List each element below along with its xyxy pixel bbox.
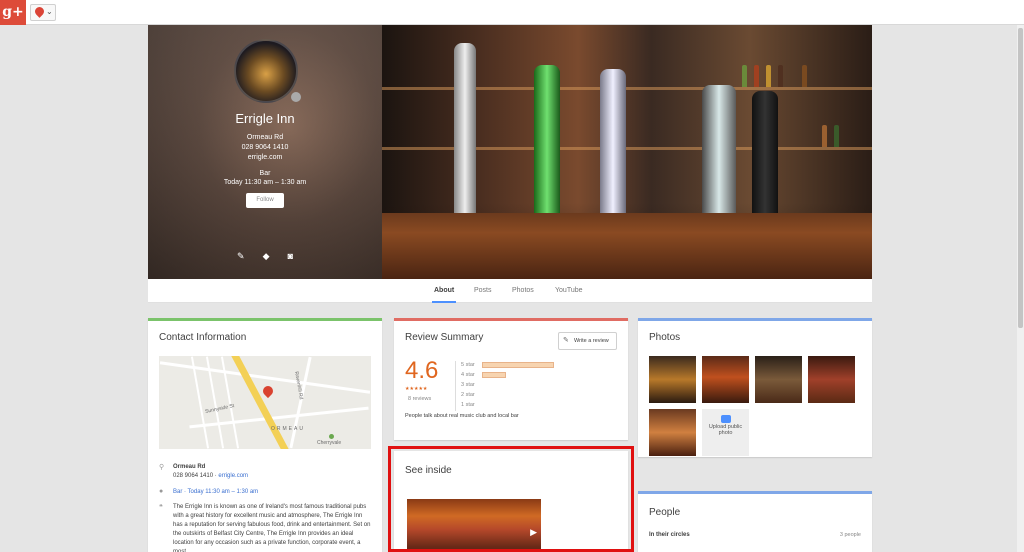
- contact-card: Contact Information ORMEAU Cherryvale Ra…: [148, 318, 382, 552]
- histogram-label: 5 star: [461, 362, 475, 368]
- photo-thumbnail[interactable]: [808, 356, 855, 403]
- location-marker-icon[interactable]: [260, 383, 276, 399]
- camera-icon: [720, 415, 731, 423]
- beer-tap: [454, 43, 476, 238]
- tab-about[interactable]: About: [434, 287, 454, 294]
- map-road: [289, 356, 312, 449]
- histogram-row: 4 star: [455, 371, 555, 381]
- upload-photo-button[interactable]: Upload public photo: [702, 409, 749, 456]
- page-switcher-icon: [33, 5, 46, 18]
- histogram-row: 2 star: [455, 391, 555, 401]
- rating-histogram: 5 star 4 star 3 star 2 star 1 star: [455, 361, 555, 411]
- in-circles-label: In their circles: [649, 532, 690, 538]
- pencil-icon[interactable]: ✎: [237, 251, 245, 262]
- follow-button[interactable]: Follow: [246, 193, 284, 208]
- page-switcher-button[interactable]: ⌄: [30, 4, 56, 21]
- histogram-bar: [482, 362, 554, 368]
- people-card: People In their circles 3 people: [638, 491, 872, 552]
- beer-tap: [534, 65, 560, 235]
- upload-photo-label: Upload public photo: [708, 424, 743, 436]
- chevron-down-icon: ⌄: [46, 7, 53, 16]
- phone-text: 028 9064 1410 ·: [173, 473, 219, 479]
- review-count[interactable]: 8 reviews: [408, 396, 431, 402]
- histogram-label: 4 star: [461, 372, 475, 378]
- histogram-row: 1 star: [455, 401, 555, 411]
- website-link[interactable]: errigle.com: [148, 153, 382, 162]
- tab-photos[interactable]: Photos: [512, 287, 534, 294]
- card-title: Photos: [649, 332, 681, 343]
- main-road: [230, 356, 291, 449]
- camera-icon[interactable]: ◙: [288, 251, 293, 262]
- bottle: [766, 65, 771, 87]
- write-review-button[interactable]: ✎ Write a review: [558, 332, 617, 350]
- bottle: [822, 125, 827, 147]
- review-summary-card: Review Summary ✎ Write a review 4.6 ★★★★…: [394, 318, 628, 440]
- active-tab-indicator: [432, 301, 456, 303]
- phone-line: 028 9064 1410: [241, 144, 289, 151]
- star-rating: ★★★★★: [405, 386, 428, 392]
- pencil-icon: ✎: [563, 337, 569, 344]
- verified-badge-icon: [291, 92, 301, 102]
- bottle: [778, 65, 783, 87]
- map-label: Cherryvale: [317, 440, 342, 446]
- bottle: [754, 65, 759, 87]
- quote-icon: ❝: [159, 504, 163, 511]
- review-summary-text: People talk about real music club and lo…: [405, 413, 519, 419]
- highlight-box: [388, 446, 634, 552]
- map-label: ORMEAU: [271, 426, 305, 432]
- address-title: Ormeau Rd: [173, 464, 206, 470]
- card-title: Contact Information: [159, 332, 247, 343]
- photo-thumbnail[interactable]: [755, 356, 802, 403]
- histogram-label: 2 star: [461, 392, 475, 398]
- profile-panel: Errigle Inn Ormeau Rd 028 9064 1410 erri…: [148, 25, 382, 279]
- histogram-label: 3 star: [461, 382, 475, 388]
- map[interactable]: ORMEAU Cherryvale Ravenhill Rd Sunnyside…: [159, 356, 371, 449]
- tab-youtube[interactable]: YouTube: [555, 287, 583, 294]
- histogram-label: 1 star: [461, 402, 475, 408]
- hours-text[interactable]: Bar · Today 11:30 am – 1:30 am: [173, 488, 373, 497]
- scrollbar-thumb[interactable]: [1018, 28, 1023, 328]
- circles-count[interactable]: 3 people: [840, 532, 861, 538]
- location-pin-icon: ⚲: [159, 464, 165, 471]
- category-line: Bar: [259, 170, 271, 177]
- histogram-row: 5 star: [455, 361, 555, 371]
- address-line: Ormeau Rd: [246, 134, 284, 141]
- histogram-bar: [482, 372, 506, 378]
- write-review-label: Write a review: [574, 338, 609, 344]
- business-name: Errigle Inn: [235, 111, 295, 126]
- website-link[interactable]: errigle.com: [218, 473, 248, 479]
- bottle: [834, 125, 839, 147]
- google-plus-logo[interactable]: g+: [0, 0, 26, 25]
- bottle: [802, 65, 807, 87]
- profile-tabs: About Posts Photos YouTube: [148, 279, 872, 303]
- park-icon: [329, 434, 334, 439]
- top-bar: g+ ⌄: [0, 0, 1024, 25]
- clock-icon: ●: [159, 488, 164, 495]
- photo-thumbnail[interactable]: [649, 356, 696, 403]
- photos-card: Photos Upload public photo: [638, 318, 872, 457]
- card-title: People: [649, 507, 681, 518]
- bar-counter: [382, 213, 872, 279]
- bottle: [742, 65, 747, 87]
- photo-thumbnail[interactable]: [702, 356, 749, 403]
- beer-tap: [752, 91, 778, 231]
- average-rating: 4.6: [405, 357, 439, 384]
- directions-icon[interactable]: ◆: [263, 251, 270, 262]
- profile-actions: ✎ ◆ ◙: [237, 251, 293, 262]
- cover-banner: Errigle Inn Ormeau Rd 028 9064 1410 erri…: [148, 25, 872, 279]
- card-title: Review Summary: [405, 332, 484, 343]
- cover-photo: [382, 25, 872, 279]
- description-text: The Errigle Inn is known as one of Irela…: [173, 504, 371, 552]
- tab-posts[interactable]: Posts: [474, 287, 492, 294]
- hours-line: Today 11:30 am – 1:30 am: [223, 179, 307, 186]
- photo-thumbnail[interactable]: [649, 409, 696, 456]
- avatar[interactable]: [234, 39, 298, 103]
- histogram-row: 3 star: [455, 381, 555, 391]
